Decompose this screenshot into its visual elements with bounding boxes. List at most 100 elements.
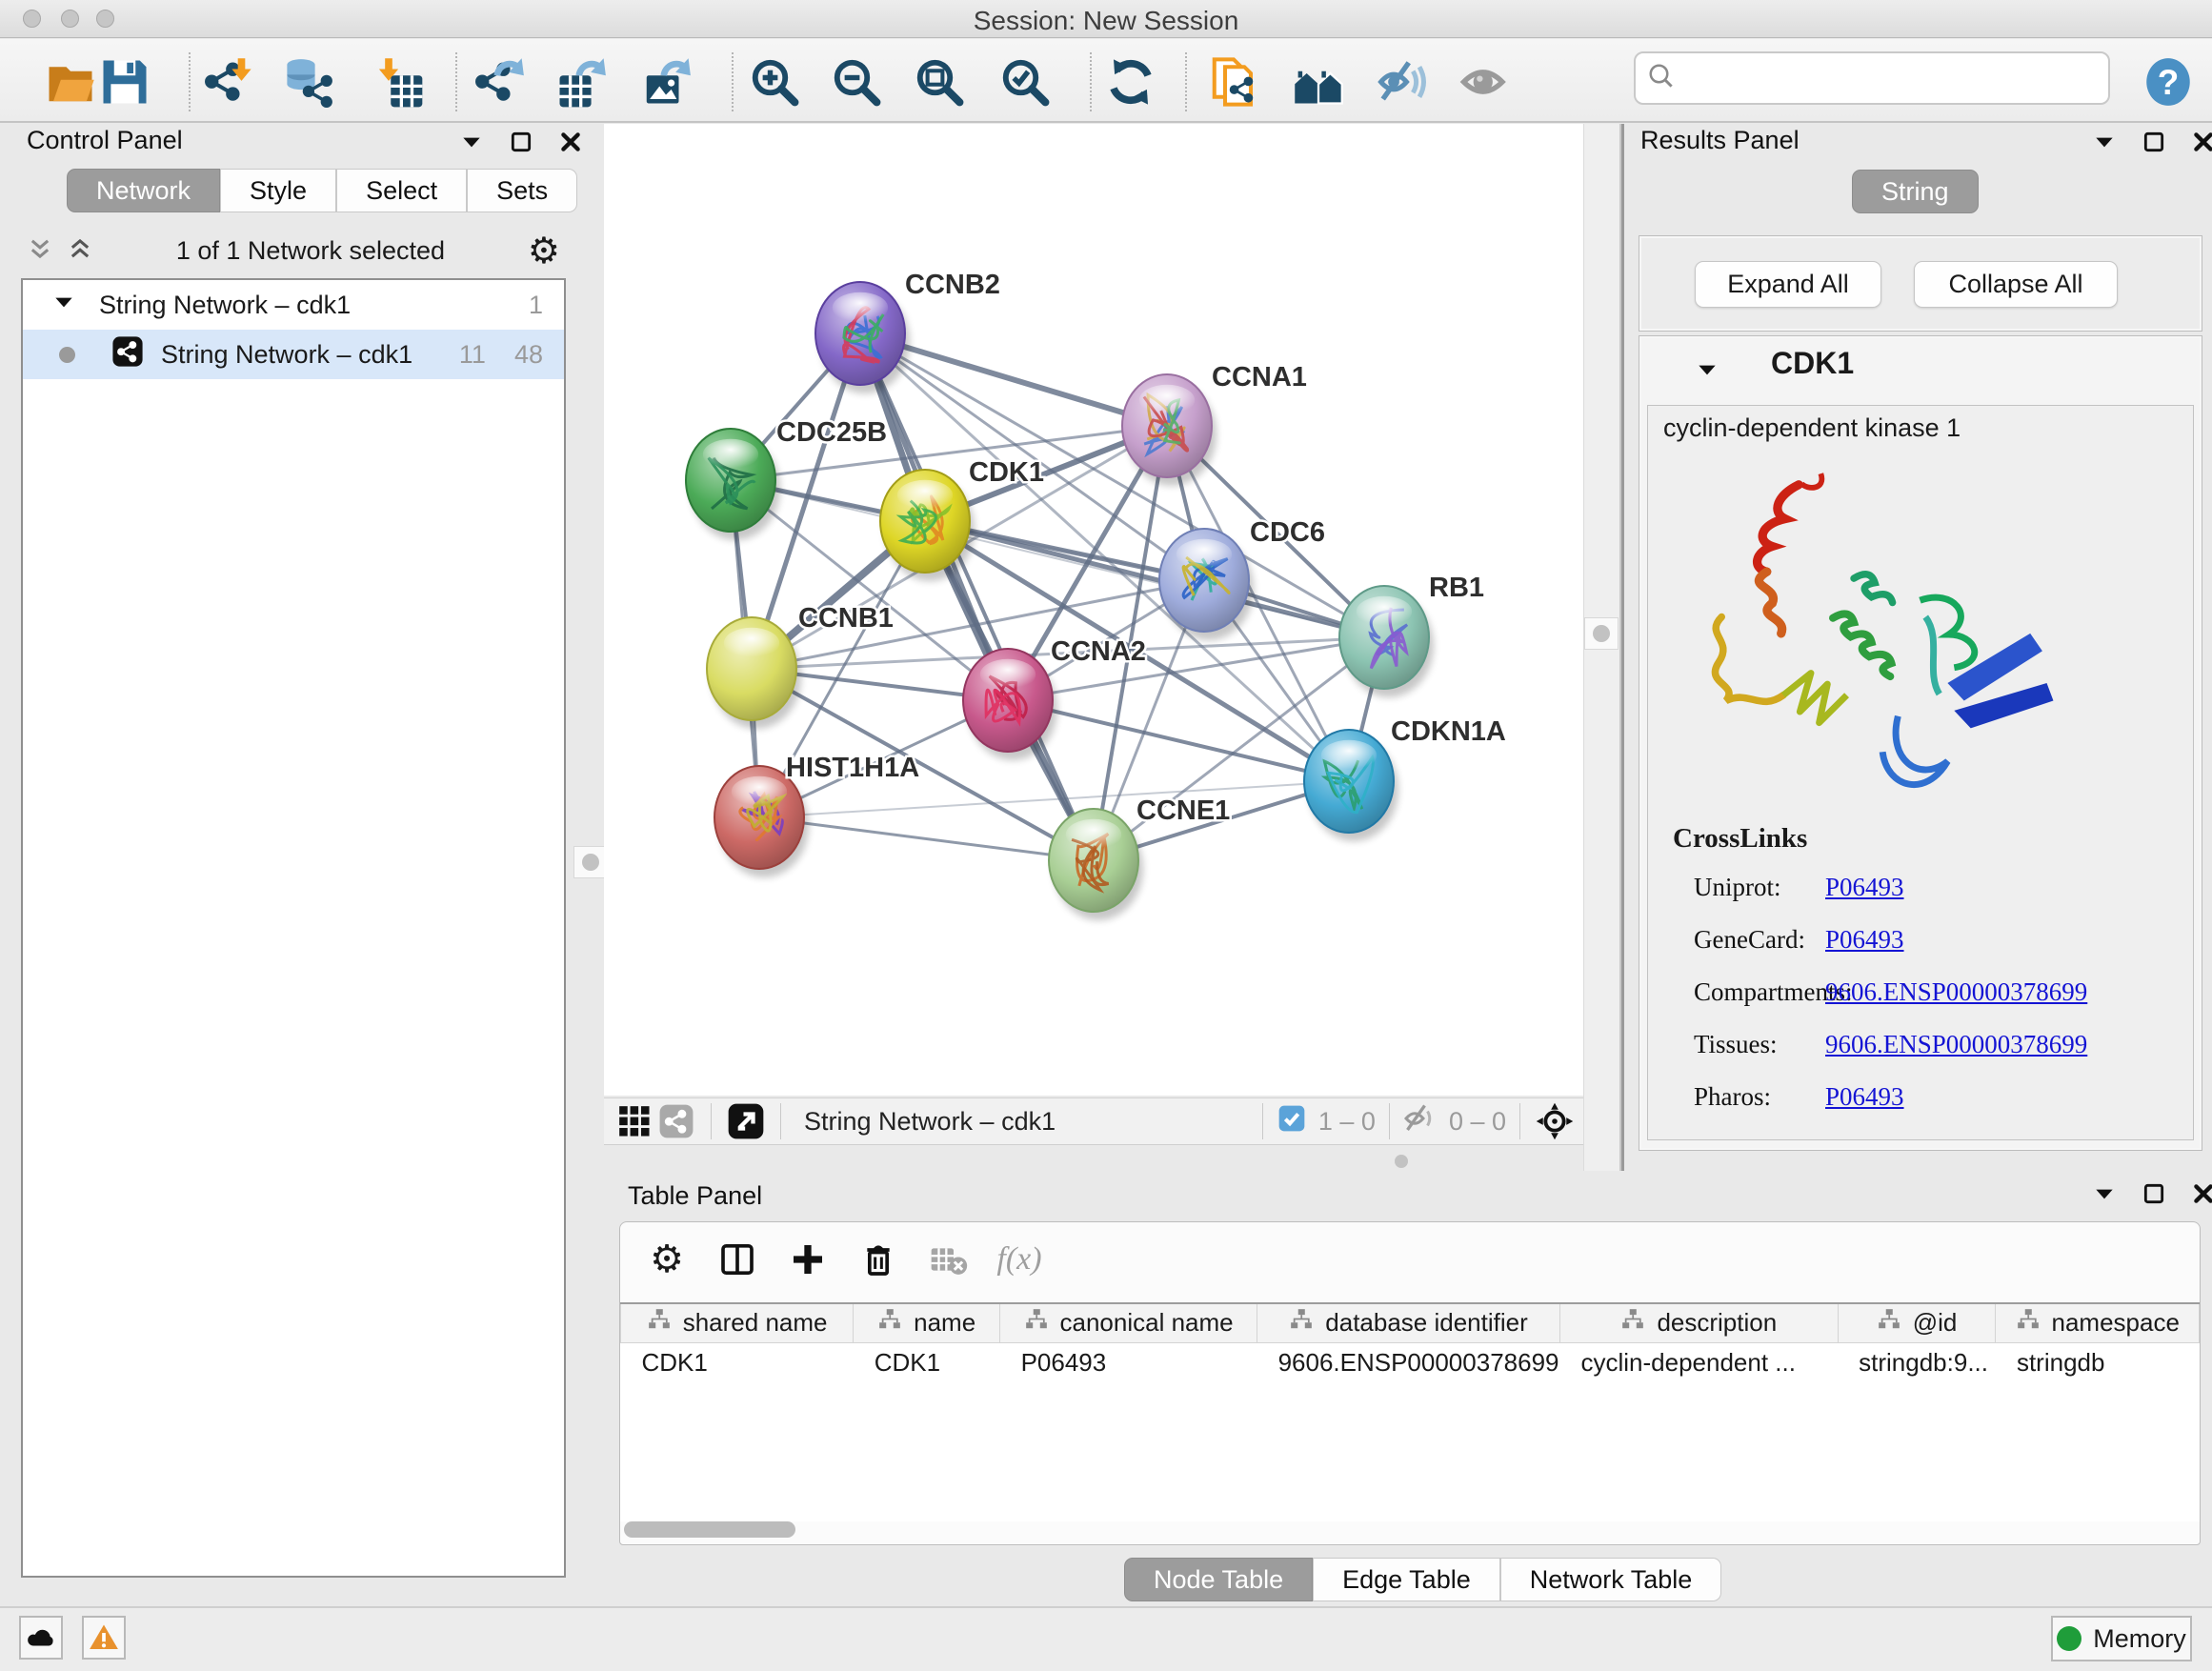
network-status-dot xyxy=(59,347,75,363)
toolbar-separator xyxy=(732,52,734,111)
collapse-caret-icon[interactable] xyxy=(459,130,484,159)
crosslinks-heading: CrossLinks xyxy=(1673,823,1807,855)
close-icon[interactable] xyxy=(558,130,583,159)
import-network-database-icon[interactable] xyxy=(283,55,336,109)
delete-column-icon[interactable] xyxy=(856,1238,900,1281)
tab-style[interactable]: Style xyxy=(220,169,336,212)
hide-selected-icon[interactable] xyxy=(1376,55,1429,109)
birdseye-icon[interactable] xyxy=(1534,1100,1576,1142)
column-header-database-identifier[interactable]: database identifier xyxy=(1257,1304,1560,1342)
crosslink-value-link[interactable]: 9606.ENSP00000378699 xyxy=(1825,1030,2087,1059)
horizontal-splitter-handle[interactable] xyxy=(1395,1155,1408,1168)
panel-divider xyxy=(1619,124,1624,1171)
tab-sets[interactable]: Sets xyxy=(467,169,577,212)
status-bar: Memory xyxy=(0,1606,2212,1671)
network-collection-row[interactable]: String Network – cdk1 1 xyxy=(23,280,564,330)
table-hscrollbar[interactable] xyxy=(624,1521,795,1538)
network-row[interactable]: String Network – cdk1 11 48 xyxy=(23,330,564,379)
import-network-icon[interactable] xyxy=(202,55,255,109)
column-header-canonical-name[interactable]: canonical name xyxy=(1000,1304,1257,1342)
float-icon[interactable] xyxy=(2142,130,2166,159)
save-icon[interactable] xyxy=(98,55,151,109)
column-header--id[interactable]: @id xyxy=(1838,1304,1996,1342)
show-hidden-icon[interactable] xyxy=(1458,55,1512,109)
search-input[interactable] xyxy=(1676,63,2085,94)
column-header-description[interactable]: description xyxy=(1560,1304,1839,1342)
function-builder-icon: f(x) xyxy=(997,1238,1041,1281)
collapse-caret-icon[interactable] xyxy=(2092,1181,2117,1211)
help-icon[interactable]: ? xyxy=(2142,55,2195,109)
left-splitter-handle[interactable] xyxy=(573,846,608,878)
tab-network-table[interactable]: Network Table xyxy=(1500,1558,1722,1601)
crosslink-row: Pharos: P06493 xyxy=(1648,1071,2191,1123)
column-header-shared-name[interactable]: shared name xyxy=(621,1304,854,1342)
table-row[interactable]: CDK1CDK1P064939606.ENSP00000378699cyclin… xyxy=(621,1342,2200,1382)
gear-icon[interactable]: ⚙ xyxy=(528,230,560,272)
crosslink-value-link[interactable]: P06493 xyxy=(1825,925,1904,955)
tab-string[interactable]: String xyxy=(1852,170,1979,213)
crosslink-value-link[interactable]: P06493 xyxy=(1825,873,1904,902)
tab-select[interactable]: Select xyxy=(336,169,467,212)
zoom-out-icon[interactable] xyxy=(830,55,883,109)
toolbar-separator xyxy=(1185,52,1187,111)
collapse-all-icon[interactable] xyxy=(27,235,53,267)
node-label: CCNB2 xyxy=(905,270,1000,300)
export-network-icon[interactable] xyxy=(473,55,526,109)
cloud-icon[interactable] xyxy=(19,1616,63,1660)
tree-mini-icon xyxy=(647,1307,672,1339)
node-label: CCNB1 xyxy=(798,603,894,634)
open-folder-icon[interactable] xyxy=(44,55,97,109)
network-share-icon-gray[interactable] xyxy=(655,1100,697,1142)
split-columns-icon[interactable] xyxy=(715,1238,759,1281)
float-icon[interactable] xyxy=(509,130,533,159)
results-panel-controls xyxy=(2092,130,2212,159)
gear-icon[interactable]: ⚙ xyxy=(645,1238,689,1281)
network-list-header: 1 of 1 Network selected ⚙ xyxy=(27,229,560,272)
crosslink-row: Compartments: 9606.ENSP00000378699 xyxy=(1648,966,2191,1018)
network-node-HIST1H1A: HIST1H1A xyxy=(714,753,919,877)
zoom-in-icon[interactable] xyxy=(748,55,801,109)
zoom-fit-icon[interactable] xyxy=(913,55,966,109)
crosslink-label: Pharos: xyxy=(1648,1082,1825,1112)
expand-all-button[interactable]: Expand All xyxy=(1695,261,1881,308)
duplicate-network-icon[interactable] xyxy=(1207,55,1260,109)
table-cell: CDK1 xyxy=(621,1342,854,1382)
gene-collapse-caret-icon[interactable] xyxy=(1695,357,1719,387)
close-icon[interactable] xyxy=(2191,1181,2212,1211)
table-tabs: Node TableEdge TableNetwork Table xyxy=(1124,1558,1721,1601)
tab-edge-table[interactable]: Edge Table xyxy=(1313,1558,1500,1601)
export-image-icon[interactable] xyxy=(639,55,693,109)
crosslink-value-link[interactable]: P06493 xyxy=(1825,1082,1904,1112)
tab-network[interactable]: Network xyxy=(67,169,220,212)
selected-checkbox-icon[interactable] xyxy=(1277,1103,1307,1140)
delete-table-icon xyxy=(927,1238,971,1281)
import-table-icon[interactable] xyxy=(371,55,424,109)
crosslink-value-link[interactable]: 9606.ENSP00000378699 xyxy=(1825,977,2087,1007)
column-header-name[interactable]: name xyxy=(854,1304,1000,1342)
hidden-eye-icon[interactable] xyxy=(1403,1101,1438,1142)
collapse-all-button[interactable]: Collapse All xyxy=(1914,261,2118,308)
network-node-CCNE1: CCNE1 xyxy=(1049,795,1230,920)
warning-icon[interactable] xyxy=(82,1616,126,1660)
right-splitter-handle[interactable] xyxy=(1584,617,1619,650)
grid-view-icon[interactable] xyxy=(613,1100,655,1142)
memory-button[interactable]: Memory xyxy=(2051,1616,2192,1661)
tab-node-table[interactable]: Node Table xyxy=(1124,1558,1313,1601)
float-icon[interactable] xyxy=(2142,1181,2166,1211)
crosslink-label: Tissues: xyxy=(1648,1030,1825,1059)
table-cell: stringdb xyxy=(1996,1342,2200,1382)
column-header-namespace[interactable]: namespace xyxy=(1996,1304,2200,1342)
neighbors-icon[interactable] xyxy=(1292,55,1345,109)
collapse-caret-icon[interactable] xyxy=(2092,130,2117,159)
zoom-selected-icon[interactable] xyxy=(998,55,1052,109)
tree-mini-icon xyxy=(1620,1307,1645,1339)
refresh-icon[interactable] xyxy=(1104,55,1157,109)
tree-mini-icon xyxy=(1877,1307,1901,1339)
close-icon[interactable] xyxy=(2191,130,2212,159)
network-canvas[interactable]: CCNB2 CCNA1 CDC25B CDK1 CDC6 xyxy=(604,124,1583,1096)
expand-all-icon[interactable] xyxy=(67,235,93,267)
open-in-new-icon[interactable] xyxy=(725,1100,767,1142)
svg-text:?: ? xyxy=(2158,63,2180,102)
export-table-icon[interactable] xyxy=(554,55,608,109)
add-column-icon[interactable] xyxy=(786,1238,830,1281)
